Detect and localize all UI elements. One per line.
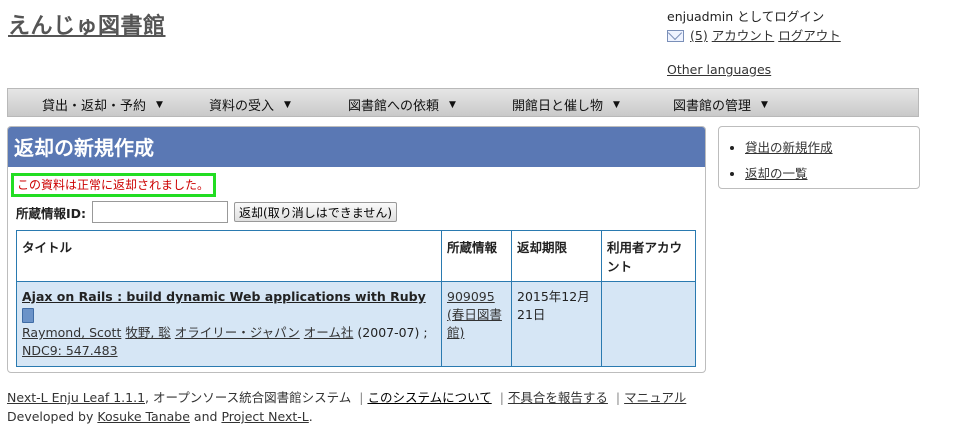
other-languages-link[interactable]: Other languages [667, 60, 841, 79]
and-text: and [193, 409, 218, 424]
col-title: タイトル [16, 230, 442, 282]
report-bug-link[interactable]: 不具合を報告する [508, 390, 608, 405]
col-user: 利用者アカウント [601, 230, 696, 282]
sidebar: 貸出の新規作成 返却の一覧 [718, 126, 920, 189]
checkin-table: タイトル 所蔵情報 返却期限 利用者アカウント Ajax on Rails : … [16, 230, 696, 367]
checkin-form: 所蔵情報ID: 返却(取り消しはできません) [16, 201, 398, 223]
login-status: enjuadmin としてログイン [667, 9, 825, 24]
main-nav: 貸出・返却・予約 ▼ 資料の受入 ▼ 図書館への依頼 ▼ 開館日と催し物 ▼ 図書館の管… [7, 88, 919, 117]
creator-link[interactable]: 牧野, 聡 [125, 325, 170, 340]
main-panel: 返却の新規作成 この資料は正常に返却されました。 所蔵情報ID: 返却(取り消し… [7, 126, 706, 373]
product-description: , オープンソース統合図書館システム [145, 390, 352, 405]
footer-period: . [308, 409, 313, 424]
project-link[interactable]: Project Next-L [221, 409, 308, 424]
nav-circulation[interactable]: 貸出・返却・予約 ▼ [42, 95, 163, 114]
sidebar-item-new-checkout[interactable]: 貸出の新規作成 [745, 140, 833, 155]
ndc-link[interactable]: NDC9: 547.483 [22, 343, 118, 358]
user-cell [601, 281, 696, 367]
item-id-label: 所蔵情報ID: [16, 205, 87, 221]
author-link[interactable]: Kosuke Tanabe [97, 409, 190, 424]
return-button[interactable]: 返却(取り消しはできません) [234, 202, 398, 222]
library-link[interactable]: (春日図書館) [447, 307, 502, 340]
publisher-link[interactable]: オライリー・ジャパン [175, 325, 300, 340]
nav-events[interactable]: 開館日と催し物 ▼ [512, 95, 620, 114]
item-id-input[interactable] [92, 201, 229, 223]
footer: Next-L Enju Leaf 1.1.1, オープンソース統合図書館システム… [7, 390, 687, 424]
nav-management[interactable]: 図書館の管理 ▼ [673, 95, 768, 114]
col-item: 所蔵情報 [441, 230, 512, 282]
user-box: enjuadmin としてログイン (5) アカウント ログアウト Other … [667, 7, 841, 79]
manual-link[interactable]: マニュアル [624, 390, 686, 405]
table-row: Ajax on Rails : build dynamic Web applic… [16, 281, 696, 367]
nav-acquisition[interactable]: 資料の受入 ▼ [209, 95, 291, 114]
about-link[interactable]: このシステムについて [367, 390, 491, 405]
item-cell: 909095 (春日図書館) [441, 281, 512, 367]
caret-down-icon: ▼ [449, 99, 456, 110]
site-title-link[interactable]: えんじゅ図書館 [8, 8, 166, 40]
col-due: 返却期限 [511, 230, 602, 282]
sidebar-item-checkin-list[interactable]: 返却の一覧 [745, 166, 808, 181]
logout-link[interactable]: ログアウト [778, 26, 841, 45]
item-identifier-link[interactable]: 909095 [447, 289, 495, 304]
success-notice: この資料は正常に返却されました。 [11, 173, 216, 197]
page-title: 返却の新規作成 [8, 127, 705, 167]
product-link[interactable]: Next-L Enju Leaf 1.1.1 [7, 390, 145, 405]
mail-icon[interactable] [667, 29, 684, 42]
title-cell: Ajax on Rails : build dynamic Web applic… [16, 281, 442, 367]
caret-down-icon: ▼ [761, 99, 768, 110]
nav-requests[interactable]: 図書館への依頼 ▼ [348, 95, 456, 114]
book-title-link[interactable]: Ajax on Rails : build dynamic Web applic… [22, 289, 426, 304]
caret-down-icon: ▼ [156, 99, 163, 110]
publisher-link[interactable]: オーム社 [304, 325, 354, 340]
due-date-cell: 2015年12月21日 [511, 281, 602, 367]
message-count-link[interactable]: (5) [690, 26, 708, 45]
pub-date: (2007-07) ; [357, 325, 428, 340]
creator-link[interactable]: Raymond, Scott [22, 325, 121, 340]
developed-by-text: Developed by [7, 409, 94, 424]
account-link[interactable]: アカウント [712, 26, 775, 45]
book-icon [22, 308, 34, 323]
caret-down-icon: ▼ [613, 99, 620, 110]
caret-down-icon: ▼ [284, 99, 291, 110]
